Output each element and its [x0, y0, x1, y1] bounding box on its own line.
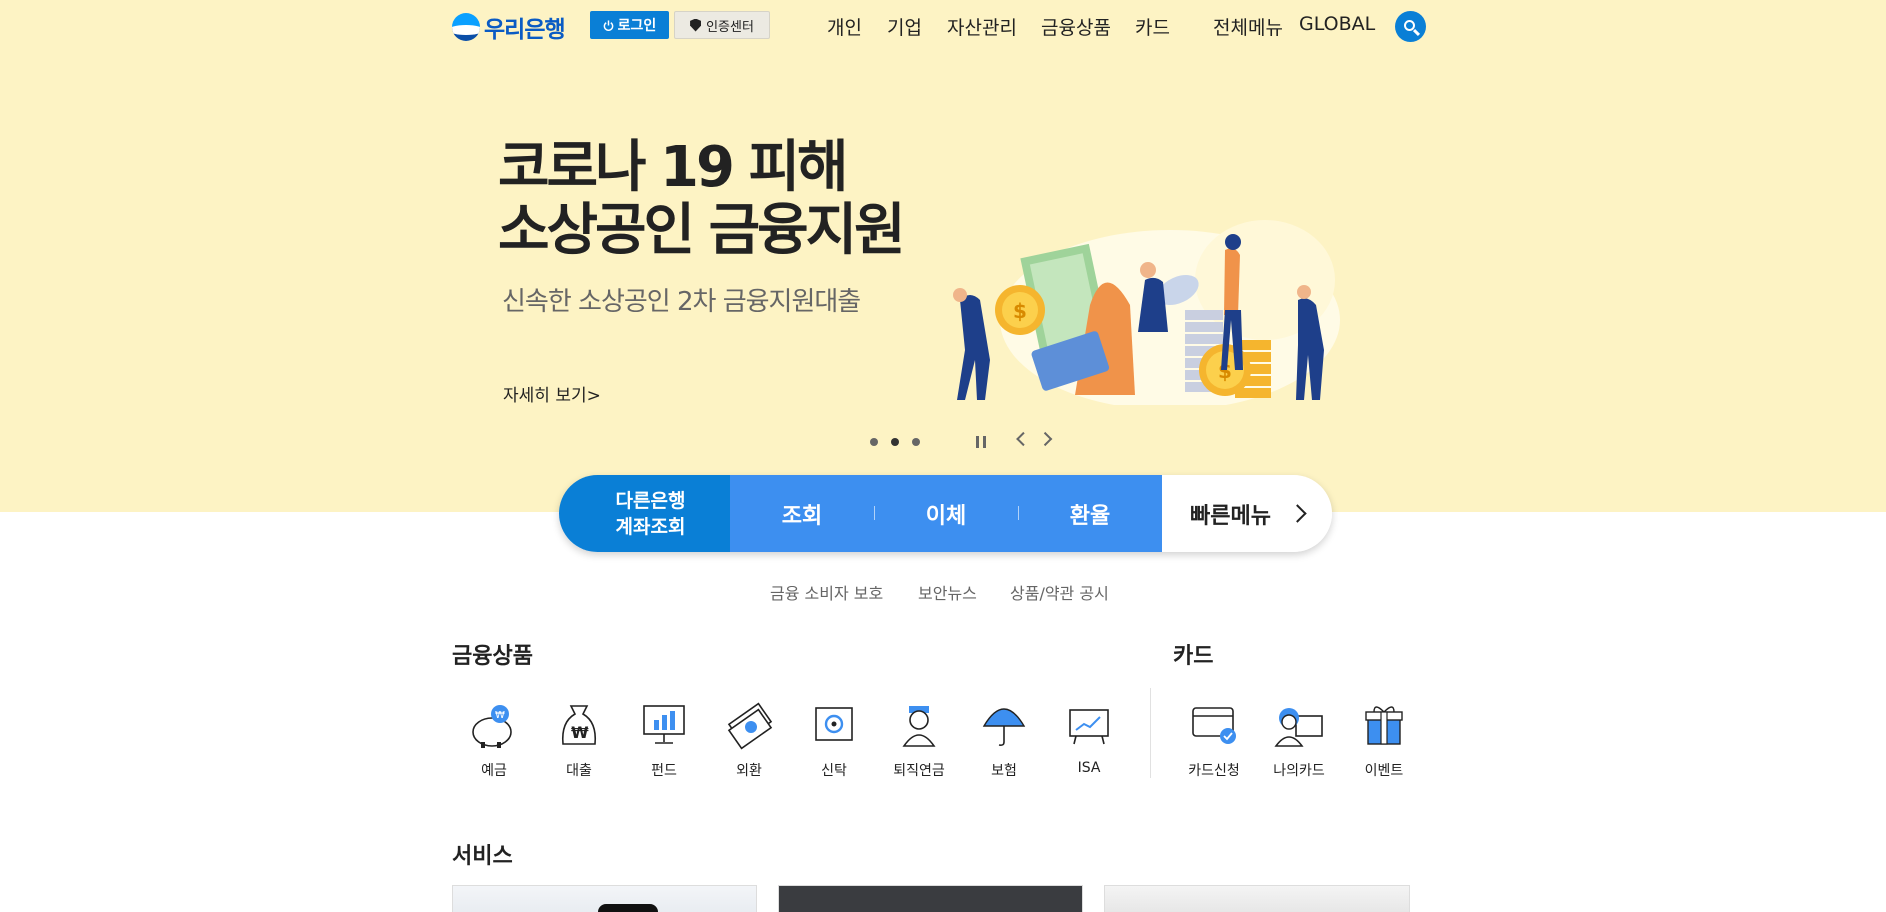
cert-center-button[interactable]: 인증센터 [674, 11, 770, 39]
hero-illustration: $ $ [953, 220, 1340, 405]
money-bag-icon: ₩ [561, 705, 597, 745]
product-label: 펀드 [651, 763, 677, 779]
retiree-icon [902, 706, 936, 747]
logo-mark-icon [452, 13, 480, 41]
product-trust[interactable]: 신탁 [799, 700, 869, 780]
product-label: 신탁 [821, 763, 847, 779]
login-label: 로그인 [617, 18, 657, 34]
umbrella-icon [982, 708, 1026, 746]
quick-bar: 다른은행 계좌조회 조회 이체 환율 빠른메뉴 [559, 475, 1332, 552]
svg-text:₩: ₩ [571, 723, 589, 742]
nav-item-global[interactable]: GLOBAL [1299, 13, 1375, 35]
card-event[interactable]: 이벤트 [1349, 700, 1419, 780]
nav-item-personal[interactable]: 개인 [827, 13, 862, 40]
isa-board-icon [1069, 709, 1109, 745]
carousel-dot-2[interactable] [891, 438, 899, 446]
product-fund[interactable]: 펀드 [629, 700, 699, 780]
other-bank-inquiry-button[interactable]: 다른은행 계좌조회 [559, 475, 730, 552]
piggy-bank-icon: ₩ [472, 705, 512, 748]
service-card-2[interactable] [778, 885, 1083, 912]
card-section-title: 카드 [1173, 644, 1214, 669]
service-card-1[interactable] [452, 885, 757, 912]
product-isa[interactable]: ISA [1054, 700, 1124, 776]
power-icon [603, 19, 613, 31]
quick-transfer-button[interactable]: 이체 [874, 498, 1018, 530]
nav-item-products[interactable]: 금융상품 [1041, 13, 1111, 40]
card-apply[interactable]: 카드신청 [1179, 700, 1249, 780]
product-label: ISA [1077, 760, 1101, 776]
product-label: 보험 [991, 763, 1017, 779]
quick-actions: 조회 이체 환율 [730, 475, 1162, 552]
hero-more-link[interactable]: 자세히 보기> [503, 381, 601, 406]
woori-bank-logo[interactable]: 우리은행 [452, 10, 566, 44]
fast-menu-label: 빠른메뉴 [1190, 503, 1271, 529]
product-terms-link[interactable]: 상품/약관 공시 [1010, 580, 1109, 604]
service-card-1-image [598, 904, 658, 912]
pause-icon[interactable] [976, 436, 986, 448]
product-loan[interactable]: ₩ 대출 [544, 700, 614, 780]
svg-text:$: $ [1013, 299, 1027, 323]
products-section-title: 금융상품 [452, 644, 533, 669]
product-pension[interactable]: 퇴직연금 [884, 700, 954, 780]
security-news-link[interactable]: 보안뉴스 [918, 580, 977, 604]
other-bank-line2: 계좌조회 [615, 515, 686, 538]
login-button[interactable]: 로그인 [590, 11, 669, 39]
card-apply-icon [1192, 707, 1236, 744]
quick-exchange-button[interactable]: 환율 [1018, 498, 1162, 530]
svg-text:₩: ₩ [495, 710, 505, 721]
card-label: 카드신청 [1188, 763, 1240, 779]
cert-label: 인증센터 [706, 19, 754, 35]
consumer-protection-link[interactable]: 금융 소비자 보호 [770, 580, 883, 604]
nav-item-all-menu[interactable]: 전체메뉴 [1213, 13, 1283, 40]
carousel-dot-1[interactable] [870, 438, 878, 446]
safe-icon [815, 707, 853, 741]
product-label: 퇴직연금 [893, 763, 945, 779]
search-icon [1403, 19, 1415, 31]
my-card-icon [1274, 708, 1323, 747]
product-insurance[interactable]: 보험 [969, 700, 1039, 780]
search-button[interactable] [1395, 11, 1426, 42]
service-card-3[interactable] [1104, 885, 1410, 912]
foreign-exchange-icon [727, 702, 773, 750]
card-my-card[interactable]: 나의카드 [1264, 700, 1334, 780]
chevron-right-icon [1288, 504, 1307, 523]
hero-title-line2: 소상공인 금융지원 [498, 198, 906, 263]
nav-item-corporate[interactable]: 기업 [887, 13, 922, 40]
hero-title-line1: 코로나 19 피해 [498, 135, 849, 200]
product-label: 대출 [566, 763, 592, 779]
product-forex[interactable]: 외환 [714, 700, 784, 780]
hero-subtitle: 신속한 소상공인 2차 금융지원대출 [502, 287, 861, 317]
section-divider [1150, 688, 1151, 778]
fund-chart-icon [643, 705, 685, 744]
other-bank-line1: 다른은행 [615, 489, 686, 512]
services-section-title: 서비스 [452, 844, 513, 869]
carousel-indicators [870, 438, 920, 446]
nav-item-card[interactable]: 카드 [1135, 13, 1170, 40]
carousel-dot-3[interactable] [912, 438, 920, 446]
product-deposit[interactable]: ₩ 예금 [459, 700, 529, 780]
quick-inquiry-button[interactable]: 조회 [730, 498, 874, 530]
logo-text: 우리은행 [484, 17, 566, 43]
hero-title: 코로나 19 피해 소상공인 금융지원 [498, 135, 906, 263]
nav-item-asset[interactable]: 자산관리 [947, 13, 1017, 40]
card-label: 이벤트 [1364, 763, 1404, 779]
product-label: 외환 [736, 763, 762, 779]
shield-icon [690, 18, 702, 32]
fast-menu-button[interactable]: 빠른메뉴 [1162, 475, 1332, 552]
card-label: 나의카드 [1273, 763, 1325, 779]
gift-icon [1365, 706, 1403, 745]
product-label: 예금 [481, 763, 507, 779]
